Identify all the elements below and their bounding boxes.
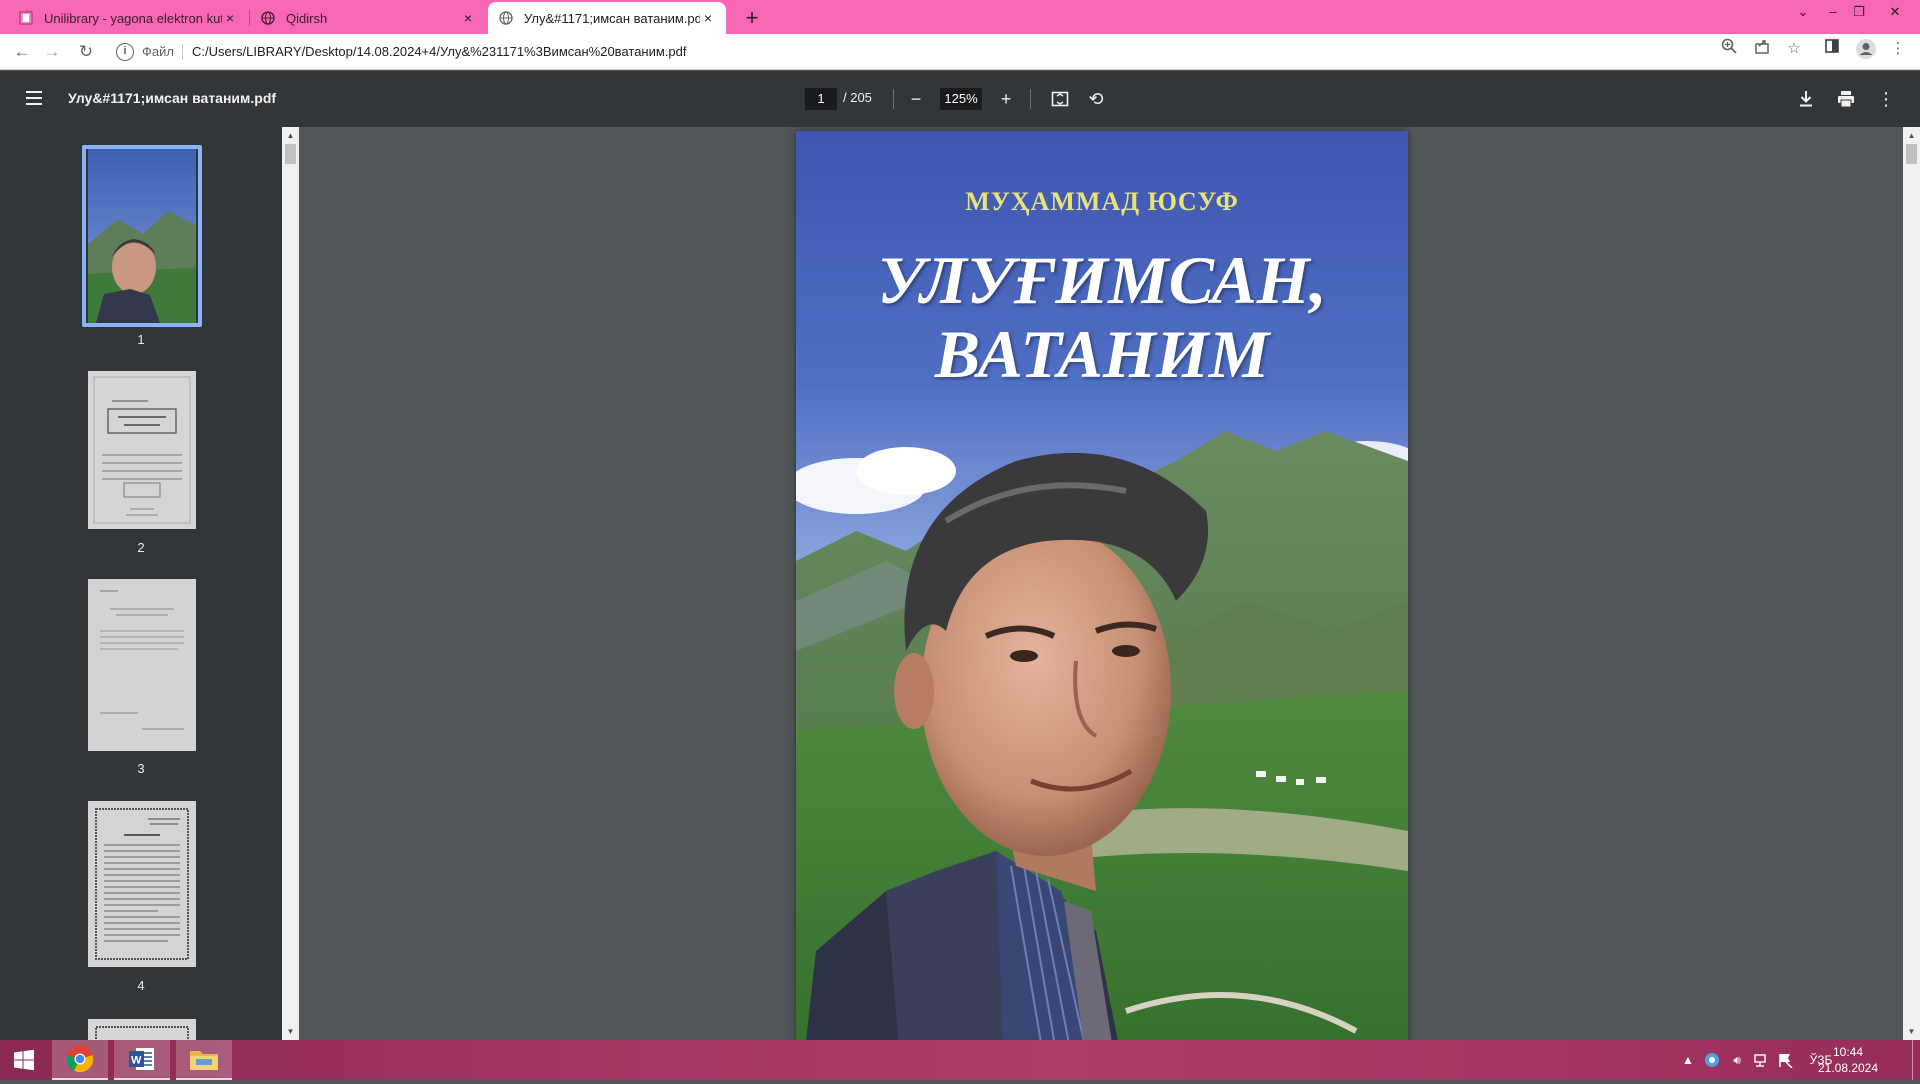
- book-icon: [18, 10, 34, 26]
- browser-menu-icon[interactable]: ⋮: [1886, 38, 1910, 62]
- hamburger-menu-icon[interactable]: [22, 87, 46, 111]
- tab-strip: Unilibrary - yagona elektron kutubx × Qi…: [0, 0, 1920, 34]
- thumbnail-number: 3: [137, 761, 145, 776]
- url-text[interactable]: C:/Users/LIBRARY/Desktop/14.08.2024+4/Ул…: [192, 44, 687, 59]
- sidebar-scrollbar[interactable]: ▲ ▼: [282, 127, 299, 1040]
- close-icon[interactable]: ×: [700, 10, 716, 26]
- tab-unilibrary[interactable]: Unilibrary - yagona elektron kutubx ×: [8, 2, 248, 34]
- browser-toolbar: ← → ↻ i Файл C:/Users/LIBRARY/Desktop/14…: [0, 34, 1920, 70]
- thumbnail-page-4[interactable]: [88, 801, 196, 967]
- thumbnail-number: 1: [137, 332, 145, 347]
- word-taskbar-icon[interactable]: W: [114, 1040, 170, 1080]
- thumbnail-page-3[interactable]: [88, 579, 196, 751]
- info-icon[interactable]: i: [116, 43, 134, 61]
- profile-avatar-icon[interactable]: [1854, 38, 1878, 62]
- chrome-taskbar-icon[interactable]: [52, 1040, 108, 1080]
- scroll-down-arrow-icon[interactable]: ▼: [1903, 1023, 1920, 1040]
- page-total: / 205: [843, 90, 872, 105]
- scroll-down-arrow-icon[interactable]: ▼: [282, 1023, 299, 1040]
- address-bar[interactable]: i Файл C:/Users/LIBRARY/Desktop/14.08.20…: [108, 37, 1780, 67]
- new-tab-button[interactable]: +: [738, 4, 766, 32]
- scrollbar-thumb[interactable]: [1906, 144, 1917, 164]
- zoom-icon[interactable]: [1717, 38, 1741, 62]
- cover-title-line-2: ВАТАНИМ: [934, 316, 1270, 392]
- zoom-level-input[interactable]: 125%: [940, 88, 982, 110]
- windows-start-icon[interactable]: [0, 1040, 48, 1080]
- pdf-document-title: Улу&#1171;имсан ватаним.pdf: [68, 90, 277, 106]
- close-icon[interactable]: ×: [222, 10, 238, 26]
- system-clock[interactable]: 10:44 21.08.2024: [1812, 1044, 1884, 1076]
- flag-warning-icon[interactable]: [1774, 1040, 1796, 1080]
- forward-arrow-icon[interactable]: →: [38, 38, 66, 66]
- scheme-label: Файл: [142, 44, 174, 59]
- thumbnail-page-5[interactable]: [88, 1019, 196, 1040]
- tab-pdf-active[interactable]: Улу&#1171;имсан ватаним.pdf ×: [488, 2, 726, 34]
- omnibox-divider: [182, 44, 183, 60]
- tab-qidirsh[interactable]: Qidirsh ×: [250, 2, 486, 34]
- tab-title: Улу&#1171;имсан ватаним.pdf: [524, 10, 700, 26]
- pdf-page-cover: МУҲАММАД ЮСУФ УЛУҒИМСАН, ВАТАНИМ: [796, 131, 1408, 1040]
- scroll-up-arrow-icon[interactable]: ▲: [1903, 127, 1920, 144]
- download-icon[interactable]: [1792, 85, 1820, 113]
- close-window-icon[interactable]: ✕: [1872, 0, 1918, 34]
- clock-time: 10:44: [1832, 1045, 1864, 1059]
- thumbnail-number: 4: [137, 978, 145, 993]
- thumbnail-sidebar: 1 2 3 4: [0, 127, 282, 1040]
- close-icon[interactable]: ×: [460, 10, 476, 26]
- pdf-toolbar: Улу&#1171;имсан ватаним.pdf 1 / 205 − 12…: [0, 71, 1920, 127]
- network-globe-icon[interactable]: [1702, 1040, 1722, 1080]
- thumbnail-number: 2: [137, 540, 145, 555]
- zoom-in-icon[interactable]: +: [992, 85, 1020, 113]
- globe-icon: [260, 10, 276, 26]
- tab-title: Qidirsh: [286, 10, 328, 26]
- scrollbar-thumb[interactable]: [285, 144, 296, 164]
- toolbar-divider: [893, 89, 894, 109]
- back-arrow-icon[interactable]: ←: [8, 38, 36, 66]
- rotate-icon[interactable]: ⟲: [1082, 85, 1110, 113]
- file-explorer-taskbar-icon[interactable]: [176, 1040, 232, 1080]
- svg-text:W: W: [131, 1055, 142, 1067]
- print-icon[interactable]: [1832, 85, 1860, 113]
- cover-title-line-1: УЛУҒИМСАН,: [877, 242, 1327, 318]
- page-number-input[interactable]: 1: [805, 88, 837, 110]
- reload-icon[interactable]: ↻: [72, 38, 100, 66]
- windows-taskbar: W ▲ 🔊︎ ЎЗБ 10:44 21.08.2024: [0, 1040, 1920, 1080]
- side-panel-icon[interactable]: [1820, 38, 1844, 62]
- clock-date: 21.08.2024: [1817, 1061, 1879, 1075]
- globe-icon: [498, 10, 514, 26]
- scroll-up-arrow-icon[interactable]: ▲: [282, 127, 299, 144]
- fit-to-page-icon[interactable]: [1046, 85, 1074, 113]
- volume-icon[interactable]: 🔊︎: [1726, 1040, 1748, 1080]
- bookmark-star-icon[interactable]: ☆: [1782, 38, 1806, 62]
- show-desktop-button[interactable]: [1912, 1040, 1918, 1080]
- document-scrollbar[interactable]: ▲ ▼: [1903, 127, 1920, 1040]
- zoom-out-icon[interactable]: −: [902, 85, 930, 113]
- share-icon[interactable]: [1750, 38, 1774, 62]
- tab-title: Unilibrary - yagona elektron kutubx: [44, 10, 222, 26]
- more-options-icon[interactable]: ⋮: [1872, 85, 1900, 113]
- pdf-viewport: МУҲАММАД ЮСУФ УЛУҒИМСАН, ВАТАНИМ: [299, 127, 1903, 1040]
- tray-overflow-chevron-icon[interactable]: ▲: [1680, 1040, 1696, 1080]
- cover-author: МУҲАММАД ЮСУФ: [965, 187, 1239, 216]
- toolbar-divider: [1030, 89, 1031, 109]
- ethernet-icon[interactable]: [1750, 1040, 1772, 1080]
- thumbnail-page-2[interactable]: [88, 371, 196, 529]
- thumbnail-page-1[interactable]: [88, 149, 196, 323]
